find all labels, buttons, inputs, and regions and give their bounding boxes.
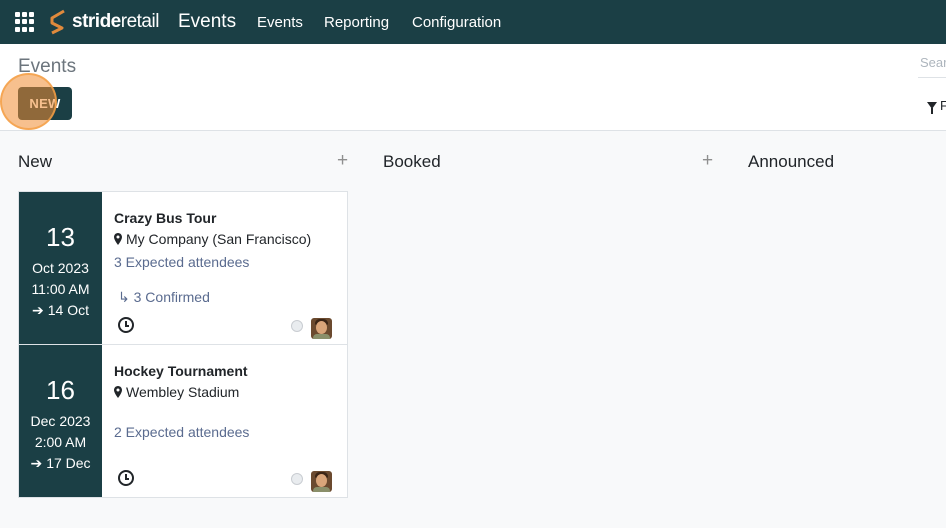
map-marker-icon [114, 233, 122, 245]
event-title: Crazy Bus Tour [114, 210, 217, 226]
top-navbar: strideretail Events Events Reporting Con… [0, 0, 946, 44]
new-button[interactable]: NEW [18, 87, 72, 120]
column-title-announced: Announced [748, 152, 835, 171]
event-day: 13 [46, 222, 75, 252]
filter-label: F [940, 98, 946, 113]
filter-icon [927, 102, 937, 114]
column-add-new-button[interactable]: + [337, 150, 348, 172]
menu-configuration[interactable]: Configuration [412, 14, 501, 31]
brand-name: strideretail [72, 11, 159, 32]
expected-attendees-link[interactable]: 3 Expected attendees [114, 254, 249, 270]
arrow-right-icon: ➔ [32, 302, 44, 318]
control-panel: Events NEW Sear F [0, 44, 946, 131]
arrow-right-icon: ➔ [30, 455, 43, 471]
status-dot[interactable] [291, 320, 303, 332]
column-title-booked: Booked [383, 152, 441, 171]
clock-icon[interactable] [118, 317, 134, 333]
confirmed-count: ↳ 3 Confirmed [118, 289, 210, 305]
stride-logo-icon [50, 9, 65, 35]
map-marker-icon [114, 386, 122, 398]
apps-grid-icon[interactable] [15, 12, 35, 32]
search-input[interactable]: Sear [918, 50, 946, 78]
avatar[interactable] [311, 471, 332, 492]
brand-logo[interactable]: strideretail [48, 9, 159, 35]
clock-icon[interactable] [118, 470, 134, 486]
event-time: 11:00 AM [31, 281, 90, 297]
column-add-booked-button[interactable]: + [702, 150, 713, 172]
event-day: 16 [46, 375, 75, 405]
event-end-date: ➔ 17 Dec [30, 455, 91, 471]
menu-reporting[interactable]: Reporting [324, 14, 389, 31]
breadcrumb: Events [18, 56, 77, 77]
event-title: Hockey Tournament [114, 363, 248, 379]
expected-attendees-link[interactable]: 2 Expected attendees [114, 424, 249, 440]
app-title: Events [178, 11, 237, 32]
event-card[interactable]: 13 Oct 2023 11:00 AM ➔ 14 Oct Crazy Bus T… [18, 191, 348, 345]
event-card[interactable]: 16 Dec 2023 2:00 AM ➔ 17 Dec Hockey Tourn… [18, 344, 348, 498]
event-location: My Company (San Francisco) [114, 231, 311, 247]
reply-arrow-icon: ↳ [118, 289, 134, 305]
event-location: Wembley Stadium [114, 384, 239, 400]
filters-toggle[interactable]: F [927, 98, 946, 114]
avatar[interactable] [311, 318, 332, 339]
event-time: 2:00 AM [34, 434, 87, 450]
menu-events[interactable]: Events [257, 14, 303, 31]
date-panel: 16 Dec 2023 2:00 AM ➔ 17 Dec [19, 345, 102, 497]
event-end-date: ➔ 14 Oct [32, 302, 89, 318]
event-month: Dec 2023 [30, 413, 91, 429]
status-dot[interactable] [291, 473, 303, 485]
event-month: Oct 2023 [32, 260, 89, 276]
column-title-new: New [18, 152, 53, 171]
date-panel: 13 Oct 2023 11:00 AM ➔ 14 Oct [19, 192, 102, 344]
